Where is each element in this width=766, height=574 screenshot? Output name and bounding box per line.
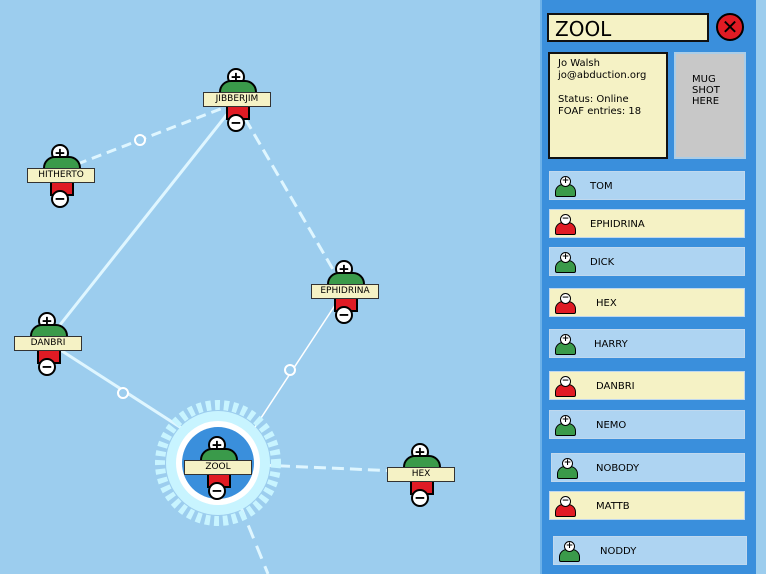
person-row-label: NOBODY — [596, 463, 640, 474]
add-person-icon[interactable]: + — [556, 458, 578, 479]
edge-midpoint[interactable] — [284, 364, 296, 376]
node-label: EPHIDRINA — [311, 284, 379, 299]
add-person-icon[interactable]: + — [554, 252, 576, 273]
mugshot-text: MUG — [692, 74, 716, 85]
collapse-icon[interactable]: − — [208, 482, 226, 500]
person-row-hex[interactable]: − HEX — [549, 288, 745, 317]
person-row-label: DICK — [590, 257, 615, 268]
close-button[interactable]: ✕ — [716, 13, 744, 41]
add-person-icon[interactable]: + — [554, 176, 576, 197]
mugshot-text: SHOT — [692, 85, 720, 96]
node-zool[interactable]: + − ZOOL — [179, 436, 259, 506]
person-row-label: NEMO — [596, 420, 627, 431]
node-label: HITHERTO — [27, 168, 95, 183]
person-name: Jo Walsh — [558, 58, 600, 69]
node-label: JIBBERJIM — [203, 92, 271, 107]
collapse-icon[interactable]: − — [411, 489, 429, 507]
collapse-icon[interactable]: − — [51, 190, 69, 208]
person-row-label: DANBRI — [596, 381, 635, 392]
person-info-box: Jo Walsh jo@abduction.org Status: Online… — [548, 52, 668, 159]
remove-person-icon[interactable]: − — [554, 496, 576, 517]
person-row-tom[interactable]: + TOM — [549, 171, 745, 200]
mugshot-text: HERE — [692, 96, 720, 107]
edge-midpoint[interactable] — [117, 387, 129, 399]
collapse-icon[interactable]: − — [38, 358, 56, 376]
person-row-mattb[interactable]: − MATTB — [549, 491, 745, 520]
node-hex[interactable]: + − HEX — [382, 443, 462, 513]
node-jibberjim[interactable]: + − JIBBERJIM — [198, 68, 278, 138]
person-row-nobody[interactable]: + NOBODY — [551, 453, 745, 482]
person-row-nemo[interactable]: + NEMO — [549, 410, 745, 439]
collapse-icon[interactable]: − — [335, 306, 353, 324]
selected-person-title: ZOOL — [547, 13, 709, 42]
person-row-danbri[interactable]: − DANBRI — [549, 371, 745, 400]
node-label: DANBRI — [14, 336, 82, 351]
person-row-label: NODDY — [600, 546, 637, 557]
node-hitherto[interactable]: + − HITHERTO — [22, 144, 102, 214]
person-row-harry[interactable]: + HARRY — [549, 329, 745, 358]
person-row-label: EPHIDRINA — [590, 219, 645, 230]
person-row-label: HARRY — [594, 339, 628, 350]
foaf-count: FOAF entries: 18 — [558, 106, 642, 117]
mugshot-placeholder: MUG SHOT HERE — [674, 52, 746, 159]
remove-person-icon[interactable]: − — [554, 376, 576, 397]
add-person-icon[interactable]: + — [554, 415, 576, 436]
add-person-icon[interactable]: + — [558, 541, 580, 562]
person-row-ephidrina[interactable]: − EPHIDRINA — [549, 209, 745, 238]
add-person-icon[interactable]: + — [554, 334, 576, 355]
node-label: HEX — [387, 467, 455, 482]
person-row-label: MATTB — [596, 501, 630, 512]
person-status: Status: Online — [558, 94, 629, 105]
collapse-icon[interactable]: − — [227, 114, 245, 132]
person-row-dick[interactable]: + DICK — [549, 247, 745, 276]
edge-midpoint[interactable] — [134, 134, 146, 146]
node-label: ZOOL — [184, 460, 252, 475]
person-email: jo@abduction.org — [558, 70, 647, 81]
node-danbri[interactable]: + − DANBRI — [9, 312, 89, 382]
remove-person-icon[interactable]: − — [554, 214, 576, 235]
person-row-label: HEX — [596, 298, 617, 309]
person-row-label: TOM — [590, 181, 613, 192]
node-ephidrina[interactable]: + − EPHIDRINA — [306, 260, 386, 330]
person-row-noddy[interactable]: + NODDY — [553, 536, 747, 565]
remove-person-icon[interactable]: − — [554, 293, 576, 314]
